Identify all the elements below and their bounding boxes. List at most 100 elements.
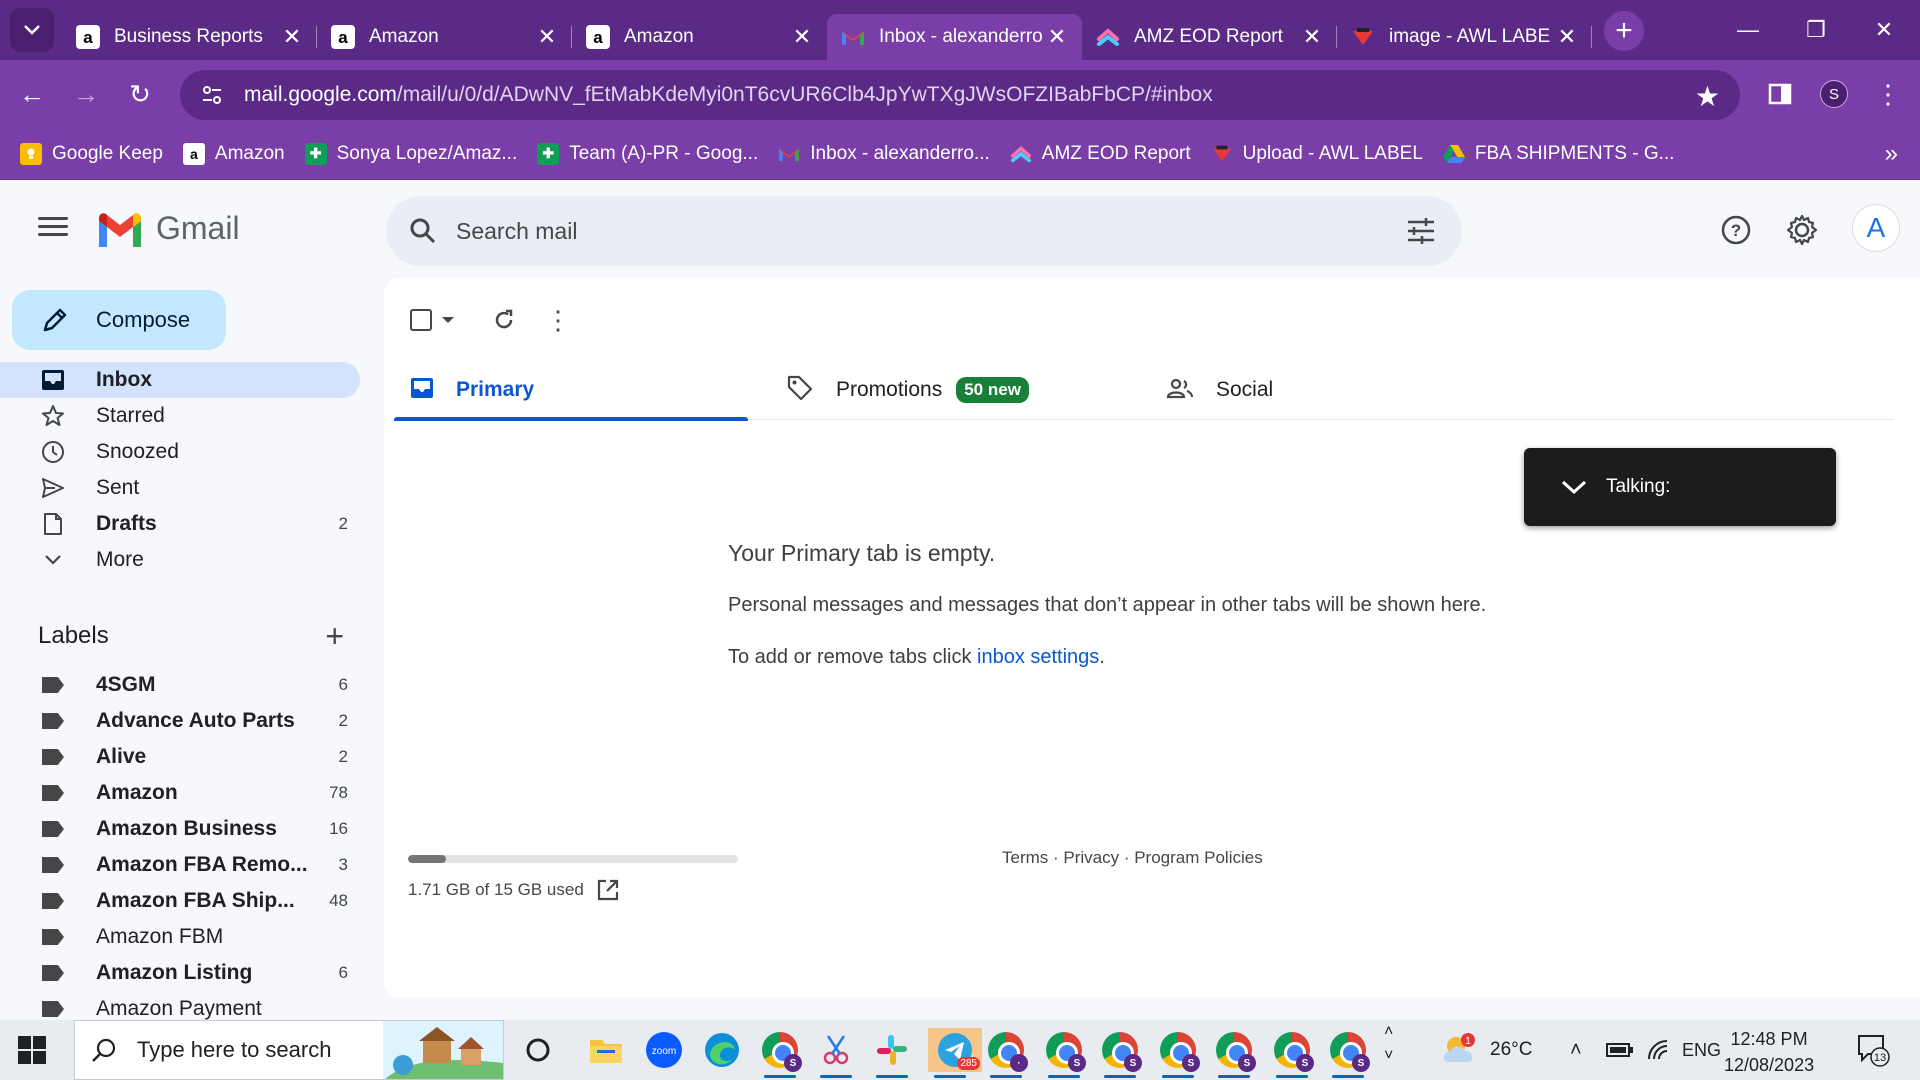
inbox-settings-link[interactable]: inbox settings — [977, 646, 1099, 668]
refresh-icon[interactable] — [484, 300, 524, 340]
label-item[interactable]: Amazon FBM — [0, 919, 360, 955]
search-options-icon[interactable] — [1404, 214, 1438, 248]
tab-primary[interactable]: Primary — [394, 360, 748, 421]
browser-menu-icon[interactable]: ⋮ — [1864, 70, 1912, 118]
zoom-icon[interactable]: zoom — [642, 1028, 686, 1072]
nav-item-snoozed[interactable]: Snoozed — [0, 434, 360, 470]
chrome-profile-icon[interactable]: S — [1270, 1028, 1314, 1078]
more-options-icon[interactable]: ⋮ — [538, 300, 578, 340]
label-item[interactable]: 4SGM 6 — [0, 667, 360, 703]
close-icon[interactable]: ✕ — [1556, 24, 1578, 49]
chrome-profile-icon[interactable]: S — [1326, 1028, 1370, 1078]
account-avatar[interactable]: A — [1852, 204, 1900, 252]
wifi-icon[interactable] — [1646, 1020, 1672, 1080]
bookmark-star-icon[interactable]: ★ — [1695, 80, 1720, 113]
back-button[interactable]: ← — [10, 72, 54, 116]
slack-icon[interactable] — [870, 1028, 914, 1078]
close-icon[interactable]: ✕ — [1046, 24, 1068, 49]
label-item[interactable]: Amazon 78 — [0, 775, 360, 811]
more-bookmarks-icon[interactable]: » — [1885, 140, 1898, 168]
search-input[interactable] — [456, 217, 1356, 245]
chrome-profile-icon[interactable]: · — [984, 1028, 1028, 1078]
bookmark-item[interactable]: Upload - AWL LABEL — [1211, 143, 1423, 165]
gmail-logo[interactable]: Gmail — [96, 210, 240, 247]
close-icon[interactable]: ✕ — [1301, 24, 1323, 49]
tab-promotions[interactable]: Promotions 50 new — [786, 360, 1029, 420]
side-panel-icon[interactable] — [1756, 70, 1804, 118]
label-item[interactable]: Alive 2 — [0, 739, 360, 775]
close-icon[interactable]: ✕ — [536, 24, 558, 49]
browser-tab[interactable]: a Amazon ✕ — [572, 14, 827, 60]
main-menu-icon[interactable] — [36, 212, 70, 246]
nav-item-starred[interactable]: Starred — [0, 398, 360, 434]
bookmark-item[interactable]: ✚ Sonya Lopez/Amaz... — [304, 142, 517, 165]
language-indicator[interactable]: ENG — [1682, 1020, 1721, 1080]
label-item[interactable]: Amazon Business 16 — [0, 811, 360, 847]
search-bar[interactable] — [386, 196, 1462, 266]
chrome-profile-icon[interactable]: S — [1212, 1028, 1256, 1078]
label-item[interactable]: Amazon FBA Ship... 48 — [0, 883, 360, 919]
bookmark-item[interactable]: ✚ Team (A)-PR - Goog... — [537, 142, 758, 165]
taskbar-scroll[interactable]: ˄ ˅ — [1384, 1020, 1393, 1080]
footer-links[interactable]: Terms · Privacy · Program Policies — [1002, 848, 1263, 868]
tab-search-button[interactable] — [10, 8, 54, 52]
label-item[interactable]: Amazon Listing 6 — [0, 955, 360, 991]
add-label-button[interactable]: + — [325, 618, 344, 655]
chrome-profile-icon[interactable]: S — [1042, 1028, 1086, 1078]
notifications-icon[interactable]: 13 — [1856, 1020, 1892, 1080]
address-bar[interactable]: mail.google.com/mail/u/0/d/ADwNV_fEtMabK… — [180, 70, 1740, 120]
task-view-icon[interactable] — [516, 1028, 560, 1072]
tab-social[interactable]: Social — [1166, 360, 1273, 420]
telegram-icon[interactable]: 285 — [928, 1028, 982, 1078]
nav-item-inbox[interactable]: Inbox — [0, 362, 360, 398]
close-window-button[interactable]: ✕ — [1850, 0, 1918, 60]
taskbar-clock[interactable]: 12:48 PM 12/08/2023 — [1724, 1026, 1814, 1078]
nav-item-sent[interactable]: Sent — [0, 470, 360, 506]
battery-icon[interactable] — [1606, 1020, 1634, 1080]
show-hidden-icons-icon[interactable]: ˄ — [1570, 1020, 1582, 1080]
chevron-down-icon[interactable] — [1560, 477, 1588, 497]
edge-icon[interactable] — [700, 1028, 744, 1072]
select-all-checkbox[interactable] — [410, 309, 432, 331]
settings-gear-icon[interactable] — [1782, 210, 1822, 250]
select-dropdown-icon[interactable] — [442, 317, 454, 323]
nav-item-more[interactable]: More — [0, 542, 360, 578]
taskbar-search-box[interactable]: Type here to search — [74, 1020, 504, 1080]
bookmark-item[interactable]: AMZ EOD Report — [1010, 143, 1191, 165]
file-explorer-icon[interactable] — [584, 1028, 628, 1072]
bookmark-item[interactable]: Google Keep — [20, 142, 163, 165]
forward-button[interactable]: → — [64, 72, 108, 116]
minimize-button[interactable]: — — [1714, 0, 1782, 60]
label-item[interactable]: Amazon FBA Remo... 3 — [0, 847, 360, 883]
reload-button[interactable]: ↻ — [118, 72, 162, 116]
browser-tab[interactable]: image - AWL LABE ✕ — [1337, 14, 1592, 60]
bookmark-item[interactable]: a Amazon — [182, 142, 285, 165]
bookmark-item[interactable]: Inbox - alexanderro... — [778, 143, 990, 165]
chrome-profile-icon[interactable]: S — [1156, 1028, 1200, 1078]
label-item[interactable]: Advance Auto Parts 2 — [0, 703, 360, 739]
chrome-icon[interactable]: S — [758, 1028, 802, 1078]
browser-tab[interactable]: a Amazon ✕ — [317, 14, 572, 60]
bookmark-item[interactable]: FBA SHIPMENTS - G... — [1442, 143, 1674, 165]
talking-overlay[interactable]: Talking: — [1524, 448, 1836, 526]
compose-button[interactable]: Compose — [12, 290, 226, 350]
chevron-up-icon[interactable]: ˄ — [1384, 1020, 1393, 1044]
new-tab-button[interactable]: + — [1604, 11, 1644, 51]
nav-item-drafts[interactable]: Drafts 2 — [0, 506, 360, 542]
help-icon[interactable]: ? — [1716, 210, 1756, 250]
profile-avatar[interactable]: S — [1810, 70, 1858, 118]
weather-widget[interactable]: 1 26°C — [1440, 1020, 1532, 1080]
chevron-down-icon[interactable]: ˅ — [1384, 1044, 1393, 1068]
close-icon[interactable]: ✕ — [281, 24, 303, 49]
browser-tab-active[interactable]: Inbox - alexanderro ✕ — [827, 14, 1082, 60]
restore-button[interactable]: ❐ — [1782, 0, 1850, 60]
external-link-icon[interactable] — [596, 878, 620, 902]
chrome-profile-icon[interactable]: S — [1098, 1028, 1142, 1078]
browser-tab[interactable]: AMZ EOD Report ✕ — [1082, 14, 1337, 60]
windows-start-icon[interactable] — [18, 1036, 46, 1064]
close-icon[interactable]: ✕ — [791, 24, 813, 49]
snipping-tool-icon[interactable] — [814, 1028, 858, 1078]
search-icon[interactable] — [406, 214, 440, 248]
browser-tab[interactable]: a Business Reports ✕ — [62, 14, 317, 60]
site-settings-icon[interactable] — [194, 77, 230, 113]
